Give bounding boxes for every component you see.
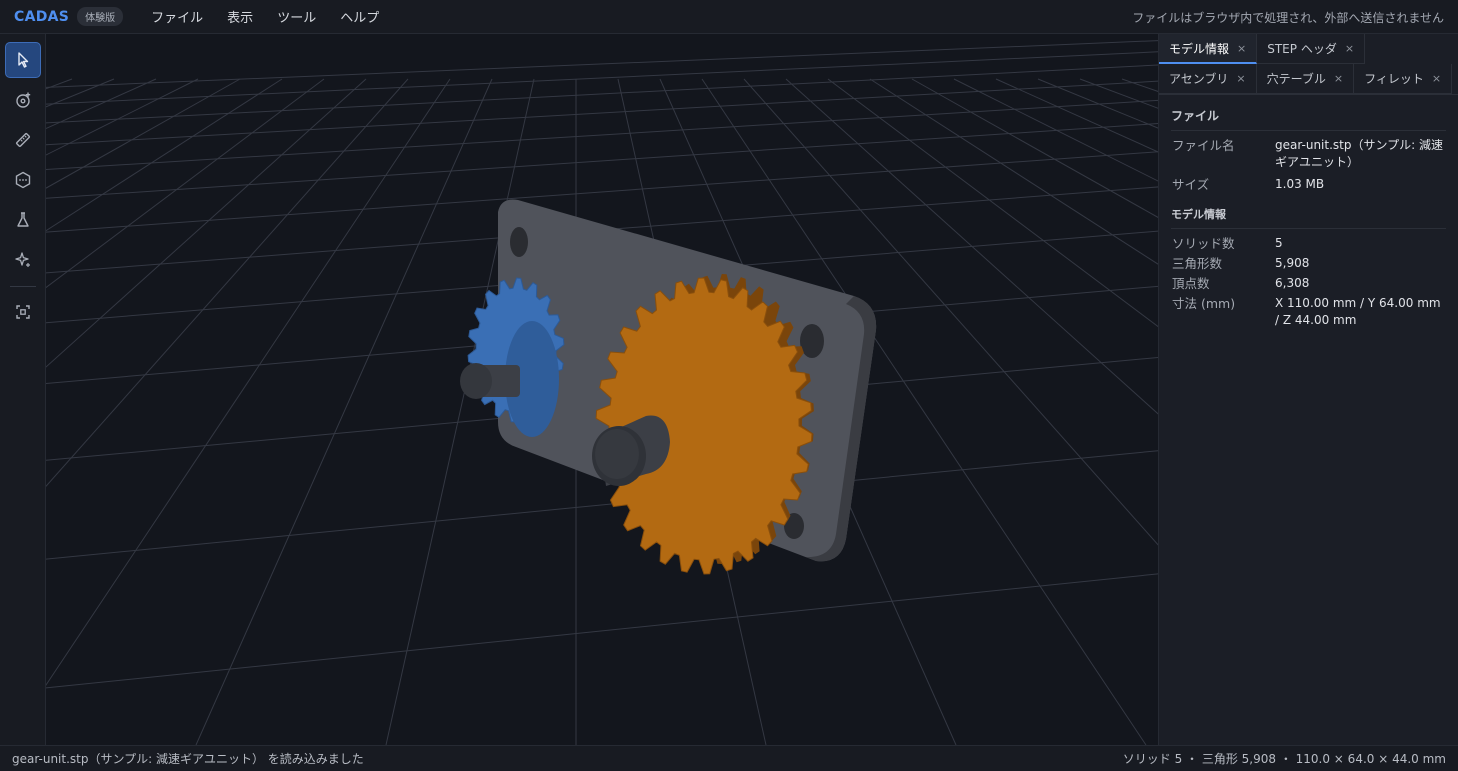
model-section: モデル情報 ソリッド数 5 三角形数 5,908 頂点数 6,308 寸法 (m… <box>1171 198 1446 329</box>
measure-tool-button[interactable] <box>5 122 41 158</box>
file-section: ファイル ファイル名 gear-unit.stp（サンプル: 減速ギアユニット）… <box>1171 95 1446 193</box>
privacy-notice: ファイルはブラウザ内で処理され、外部へ送信されません <box>1132 11 1444 25</box>
status-message: gear-unit.stp（サンプル: 減速ギアユニット） を読み込みました <box>12 752 364 766</box>
row-value: 5 <box>1275 236 1283 250</box>
menu-tools[interactable]: ツール <box>265 7 328 26</box>
row-value: X 110.00 mm / Y 64.00 mm / Z 44.00 mm <box>1275 296 1441 327</box>
row-key: サイズ <box>1172 177 1210 192</box>
select-tool-button[interactable] <box>5 42 41 78</box>
hexagon-dots-icon <box>15 171 31 189</box>
small-shaft <box>460 363 520 399</box>
ruler-icon <box>15 132 31 148</box>
close-icon[interactable]: × <box>1432 72 1441 85</box>
info-row: 寸法 (mm) X 110.00 mm / Y 64.00 mm / Z 44.… <box>1171 295 1446 329</box>
tab-assembly[interactable]: アセンブリ × <box>1159 64 1257 94</box>
flask-icon <box>17 212 29 227</box>
tab-label: フィレット <box>1364 72 1424 86</box>
plate-hole <box>510 227 528 257</box>
focus-frame-icon <box>16 305 30 319</box>
left-toolbar <box>0 34 46 745</box>
status-summary: ソリッド 5 ・ 三角形 5,908 ・ 110.0 × 64.0 × 44.0… <box>1122 752 1446 766</box>
model-scene[interactable] <box>46 34 1158 745</box>
row-key: 三角形数 <box>1172 256 1223 271</box>
info-row: 頂点数 6,308 <box>1171 275 1446 292</box>
menu-help[interactable]: ヘルプ <box>328 7 391 26</box>
app-logo: CADAS <box>14 8 70 25</box>
tab-label: モデル情報 <box>1169 41 1230 56</box>
trial-badge: 体験版 <box>77 7 124 26</box>
status-bar: gear-unit.stp（サンプル: 減速ギアユニット） を読み込みました ソ… <box>0 745 1458 771</box>
row-value: 5,908 <box>1275 256 1310 270</box>
info-panel: モデル情報 × STEP ヘッダ × アセンブリ × 穴テーブル × フィレット × ファ… <box>1158 34 1458 745</box>
section-tool-button[interactable] <box>5 162 41 198</box>
info-row: ファイル名 gear-unit.stp（サンプル: 減速ギアユニット） <box>1171 137 1446 171</box>
close-icon[interactable]: × <box>1237 42 1246 55</box>
section-title: モデル情報 <box>1171 198 1446 229</box>
info-row: 三角形数 5,908 <box>1171 255 1446 272</box>
row-key: 寸法 (mm) <box>1172 296 1236 311</box>
menu-bar: ファイル 表示 ツール ヘルプ <box>139 7 391 26</box>
row-key: 頂点数 <box>1172 276 1210 291</box>
3d-viewport[interactable] <box>46 34 1158 745</box>
tab-fillet[interactable]: フィレット × <box>1354 64 1453 94</box>
info-row: サイズ 1.03 MB <box>1171 176 1446 193</box>
section-title: ファイル <box>1171 95 1446 131</box>
row-key: ソリッド数 <box>1172 236 1235 251</box>
sparkle-icon <box>15 252 30 267</box>
tab-label: 穴テーブル <box>1266 72 1326 86</box>
menu-file[interactable]: ファイル <box>139 7 215 26</box>
panel-tabs: モデル情報 × STEP ヘッダ × アセンブリ × 穴テーブル × フィレット × <box>1159 34 1458 95</box>
orbit-tool-button[interactable] <box>5 82 41 118</box>
close-icon[interactable]: × <box>1334 72 1343 85</box>
tab-step-header[interactable]: STEP ヘッダ × <box>1257 34 1366 64</box>
row-value: 6,308 <box>1275 276 1310 290</box>
close-icon[interactable]: × <box>1236 72 1245 85</box>
tab-hole-table[interactable]: 穴テーブル × <box>1256 64 1355 94</box>
tab-label: アセンブリ <box>1169 72 1229 86</box>
top-bar: CADAS 体験版 ファイル 表示 ツール ヘルプ ファイルはブラウザ内で処理さ… <box>0 0 1458 34</box>
orbit-plus-icon <box>16 92 31 108</box>
row-value: 1.03 MB <box>1275 177 1325 191</box>
menu-view[interactable]: 表示 <box>215 7 265 26</box>
row-key: ファイル名 <box>1172 138 1235 153</box>
toolbar-divider <box>10 286 36 287</box>
close-icon[interactable]: × <box>1345 42 1354 55</box>
tab-label: STEP ヘッダ <box>1267 42 1337 56</box>
small-gear <box>467 277 565 437</box>
tab-model-info[interactable]: モデル情報 × <box>1159 34 1258 64</box>
cursor-icon <box>18 52 29 68</box>
fit-view-tool-button[interactable] <box>5 294 41 330</box>
info-row: ソリッド数 5 <box>1171 235 1446 252</box>
effects-tool-button[interactable] <box>5 242 41 278</box>
row-value: gear-unit.stp（サンプル: 減速ギアユニット） <box>1275 138 1443 169</box>
explode-tool-button[interactable] <box>5 202 41 238</box>
